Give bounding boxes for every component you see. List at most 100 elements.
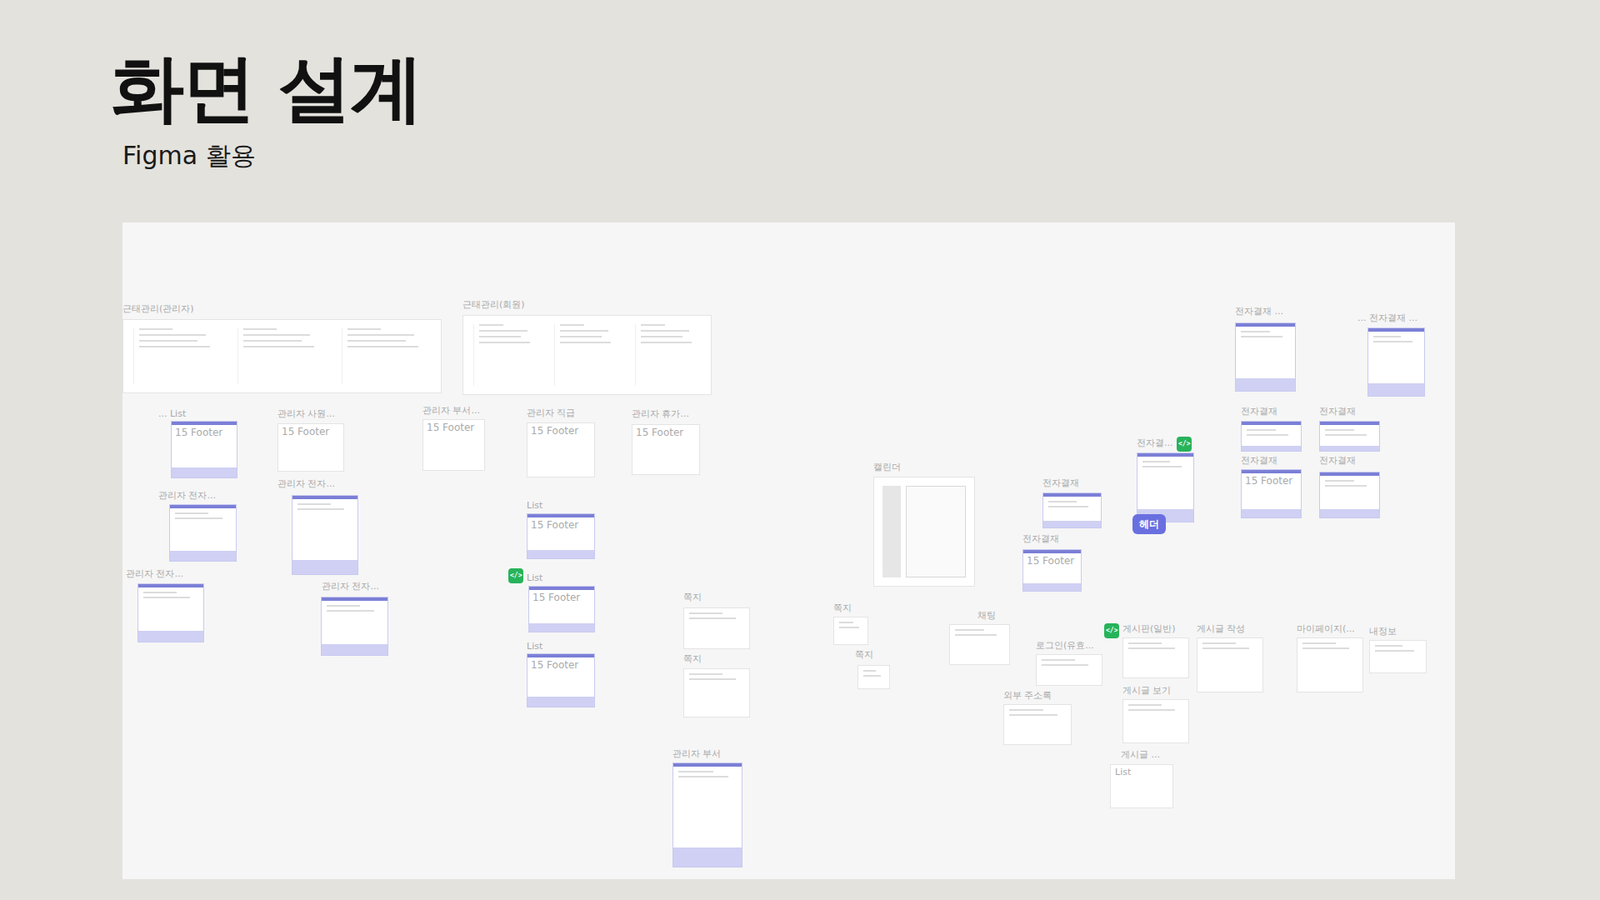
frame-label[interactable]: 채팅 (977, 610, 996, 622)
screen-frame[interactable] (949, 624, 1010, 665)
frame-label[interactable]: 쪽지 (683, 591, 702, 604)
code-badge[interactable]: </> (1104, 623, 1120, 639)
placeholder-line (1325, 485, 1367, 487)
screen-frame[interactable] (462, 315, 712, 395)
placeholder-line (640, 324, 665, 326)
frame-label[interactable]: 전자결재 (1319, 405, 1356, 418)
frame-label[interactable]: 쪽지 (683, 653, 702, 665)
placeholder-lines (1123, 638, 1189, 654)
screen-frame[interactable] (1367, 327, 1425, 397)
header-badge[interactable]: 헤더 (1132, 514, 1166, 535)
frame-label[interactable]: 전자결재 (1042, 477, 1080, 490)
screen-frame[interactable] (1319, 471, 1380, 519)
screen-frame[interactable]: 15 Footer (422, 419, 485, 471)
screen-frame[interactable]: 15 Footer (277, 423, 345, 472)
screen-frame[interactable] (1319, 420, 1380, 452)
screen-frame[interactable] (833, 616, 869, 645)
screen-frame[interactable] (1240, 420, 1302, 452)
screen-frame[interactable] (1035, 654, 1103, 686)
frame-label[interactable]: 게시글 보기 (1122, 685, 1172, 697)
frame-label[interactable]: 게시글 ... (1120, 749, 1160, 761)
screen-frame[interactable] (857, 665, 890, 690)
screen-frame[interactable] (1136, 452, 1195, 523)
screen-frame[interactable] (1122, 637, 1190, 679)
frame-label[interactable]: ... 전자결재 ... (1357, 312, 1418, 325)
screen-frame[interactable] (137, 583, 205, 643)
screen-frame[interactable]: 15 Footer (528, 585, 595, 633)
placeholder-line (243, 334, 310, 336)
screen-frame[interactable]: List (1110, 764, 1174, 809)
frame-label[interactable]: List (526, 572, 543, 585)
screen-frame[interactable] (1235, 322, 1296, 392)
slide-subtitle: Figma 활용 (122, 140, 1600, 171)
code-badge[interactable]: </> (1176, 436, 1192, 452)
screen-frame[interactable]: 15 Footer (526, 422, 595, 478)
frame-label[interactable]: 내정보 (1369, 625, 1397, 638)
placeholder-lines (1036, 655, 1102, 670)
frame-label[interactable]: 관리자 전자... (158, 490, 216, 502)
placeholder-lines (1123, 700, 1189, 715)
placeholder-line (347, 328, 381, 330)
frame-label[interactable]: 근태관리(회원) (462, 299, 525, 311)
screen-frame[interactable] (1296, 637, 1364, 693)
placeholder-line (640, 341, 692, 344)
placeholder-line (175, 512, 209, 515)
placeholder-line (1009, 714, 1058, 716)
frame-label[interactable]: 근태관리(관리자) (122, 303, 195, 315)
screen-frame[interactable] (1196, 637, 1264, 693)
frame-label[interactable]: 캘린더 (873, 461, 901, 474)
screen-frame[interactable]: 15 Footer (1022, 549, 1082, 592)
screen-frame[interactable]: 15 Footer (170, 420, 238, 479)
frame-label[interactable]: List (526, 500, 543, 512)
placeholder-line (479, 324, 504, 326)
screen-frame[interactable] (1122, 699, 1190, 744)
placeholder-line (175, 517, 223, 520)
frame-label[interactable]: 마이페이지(... (1296, 623, 1355, 635)
frame-label[interactable]: 전자결... (1136, 437, 1174, 450)
frame-label[interactable]: 게시글 작성 (1196, 623, 1246, 635)
screen-frame[interactable] (683, 607, 750, 650)
frame-label[interactable]: 관리자 휴가... (631, 408, 690, 420)
screen-frame[interactable] (291, 495, 359, 575)
frame-label[interactable]: 전자결재 ... (1235, 305, 1284, 318)
screen-frame[interactable] (672, 762, 743, 868)
frame-label[interactable]: 관리자 전자... (125, 568, 184, 580)
code-badge[interactable]: </> (508, 568, 524, 584)
frame-label[interactable]: 쪽지 (833, 602, 852, 615)
frame-footer-band (171, 467, 237, 478)
frame-label[interactable]: 로그인(유효... (1035, 640, 1095, 652)
screen-frame[interactable] (122, 319, 442, 394)
frame-label[interactable]: 관리자 전자... (321, 580, 380, 593)
frame-label[interactable]: 전자결재 (1022, 533, 1060, 545)
figma-canvas[interactable]: 근태관리(관리자)근태관리(회원)... List15 Footer관리자 사원… (122, 222, 1455, 880)
placeholder-line (1202, 642, 1236, 645)
frame-label[interactable]: 관리자 직급 (526, 407, 576, 420)
frame-label[interactable]: List (526, 640, 543, 653)
screen-frame[interactable]: 15 Footer (526, 513, 595, 560)
placeholder-line (1009, 709, 1044, 711)
screen-frame[interactable] (1369, 640, 1427, 674)
frame-label[interactable]: 전자결재 (1240, 405, 1278, 418)
frame-label[interactable]: 전자결재 (1319, 455, 1356, 467)
frame-label[interactable]: 전자결재 (1240, 455, 1278, 467)
frame-footer-band (673, 847, 742, 866)
frame-label[interactable]: 관리자 사원... (277, 408, 335, 420)
frame-label[interactable]: 관리자 부서... (422, 405, 480, 417)
frame-label[interactable]: 관리자 부서 (672, 748, 722, 760)
screen-frame[interactable] (873, 476, 975, 587)
frame-label[interactable]: 게시판(일반) (1122, 623, 1176, 635)
screen-frame[interactable] (169, 504, 237, 562)
frame-label[interactable]: 쪽지 (855, 649, 874, 661)
screen-frame[interactable] (683, 668, 750, 718)
frame-label[interactable]: ... List (158, 408, 186, 420)
screen-frame[interactable]: 15 Footer (1240, 469, 1302, 519)
frame-label[interactable]: 관리자 전자... (277, 478, 335, 490)
screen-frame[interactable]: 15 Footer (526, 653, 595, 708)
screen-frame[interactable] (1003, 704, 1072, 745)
frame-label[interactable]: 외부 주소록 (1003, 690, 1053, 702)
frame-footer-band (170, 550, 236, 561)
frame-header-bar (1241, 421, 1301, 425)
screen-frame[interactable] (1042, 492, 1102, 529)
screen-frame[interactable]: 15 Footer (631, 424, 700, 475)
screen-frame[interactable] (320, 596, 389, 656)
